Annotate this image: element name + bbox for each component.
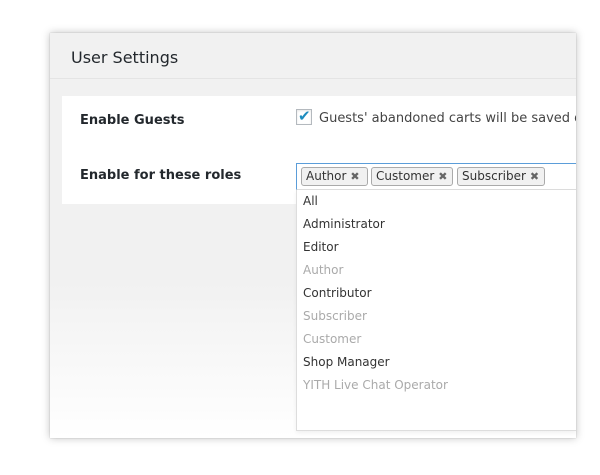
selected-role-tag: Subscriber ✖ bbox=[457, 167, 545, 186]
user-settings-panel: User Settings Enable Guests ✔ Guests' ab… bbox=[50, 33, 576, 438]
tag-label: Customer bbox=[376, 169, 435, 183]
close-icon[interactable]: ✖ bbox=[438, 168, 447, 185]
dropdown-option: Subscriber bbox=[303, 309, 367, 323]
enable-guests-description[interactable]: Guests' abandoned carts will be saved or bbox=[319, 111, 576, 127]
enable-guests-label: Enable Guests bbox=[80, 113, 185, 128]
checkmark-icon: ✔ bbox=[298, 107, 311, 125]
close-icon[interactable]: ✖ bbox=[530, 168, 539, 185]
dropdown-option[interactable]: Administrator bbox=[303, 213, 385, 236]
dropdown-option[interactable]: All bbox=[303, 190, 318, 213]
panel-title: User Settings bbox=[71, 48, 179, 67]
dropdown-option[interactable]: Contributor bbox=[303, 282, 372, 305]
enable-roles-label: Enable for these roles bbox=[80, 168, 242, 183]
dropdown-option: Customer bbox=[303, 332, 362, 346]
panel-header: User Settings bbox=[50, 33, 576, 79]
tag-label: Author bbox=[306, 169, 347, 183]
tag-label: Subscriber bbox=[462, 169, 526, 183]
settings-box: Enable Guests ✔ Guests' abandoned carts … bbox=[62, 96, 576, 204]
roles-dropdown: All Administrator Editor Author Contribu… bbox=[296, 190, 576, 431]
selected-role-tag: Author ✖ bbox=[301, 167, 368, 186]
dropdown-option[interactable]: Editor bbox=[303, 236, 339, 259]
dropdown-option[interactable]: Shop Manager bbox=[303, 351, 390, 374]
enable-guests-checkbox[interactable]: ✔ bbox=[296, 107, 312, 125]
selected-role-tag: Customer ✖ bbox=[371, 167, 453, 186]
dropdown-option: Author bbox=[303, 263, 344, 277]
dropdown-option: YITH Live Chat Operator bbox=[303, 378, 448, 392]
close-icon[interactable]: ✖ bbox=[350, 168, 359, 185]
roles-select[interactable]: Author ✖ Customer ✖ Subscriber ✖ bbox=[296, 163, 576, 190]
